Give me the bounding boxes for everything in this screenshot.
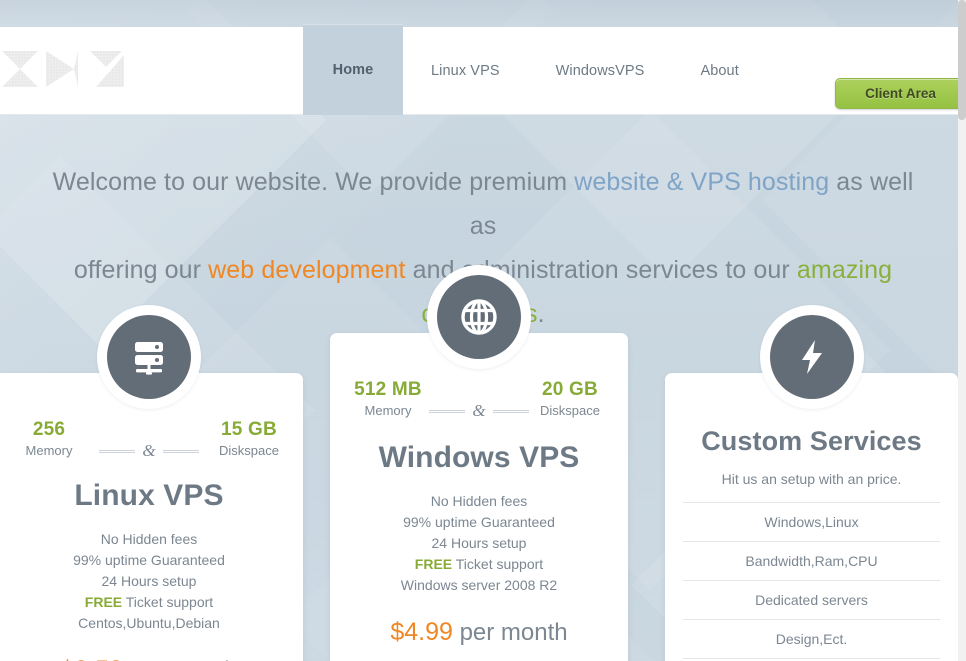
price-amount: $4.99 [390, 618, 453, 646]
diskspace-label: Diskspace [219, 443, 279, 458]
main-navigation: Home Linux VPS WindowsVPS About [303, 24, 767, 115]
price-amount: $2.50 [60, 656, 123, 661]
scrollbar-thumb[interactable] [958, 0, 966, 120]
price-period: per month [452, 619, 568, 646]
card-title-linux: Linux VPS [74, 479, 224, 512]
list-item: 99% uptime Guaranteed [0, 550, 303, 571]
feature-list-windows: No Hidden fees 99% uptime Guaranteed 24 … [330, 491, 628, 596]
feature-list-linux: No Hidden fees 99% uptime Guaranteed 24 … [0, 529, 303, 634]
list-item: Windows server 2008 R2 [330, 575, 628, 596]
memory-value: 256 [32, 419, 66, 440]
nav-item-about[interactable]: About [672, 27, 766, 115]
client-area-label: Client Area [865, 86, 936, 101]
diskspace-label: Diskspace [540, 403, 600, 418]
nav-item-label: Linux VPS [431, 63, 500, 79]
welcome-highlight-hosting: website & VPS hosting [574, 168, 830, 196]
separator-line-left [429, 409, 466, 413]
spec-separator: & [424, 401, 534, 421]
price-period: per month [123, 657, 238, 661]
top-strip [0, 0, 966, 27]
list-item: Dedicated servers [683, 580, 940, 619]
pricing-card-custom: Custom Services Hit us an setup with an … [665, 305, 958, 661]
globe-icon [437, 275, 521, 359]
memory-value: 512 MB [354, 379, 422, 400]
spec-diskspace-linux: 15 GB Diskspace [213, 418, 285, 460]
diskspace-value: 15 GB [221, 419, 277, 440]
list-item: Bandwidth,Ram,CPU [683, 541, 940, 580]
nav-item-label: About [700, 63, 739, 79]
feature-text: 24 Hours setup [431, 535, 527, 551]
pricing-card-windows: 512 MB Memory & 20 GB Diskspace Windows … [330, 265, 628, 661]
card-title-custom: Custom Services [701, 426, 922, 456]
feature-text: No Hidden fees [430, 493, 528, 509]
custom-services-list: Windows,Linux Bandwidth,Ram,CPU Dedicate… [665, 502, 958, 661]
price-windows: $4.99 per month [330, 618, 628, 647]
server-icon [107, 315, 191, 399]
spec-memory-windows: 512 MB Memory [352, 378, 424, 420]
price-linux: $2.50 per month [0, 656, 303, 661]
broken-image-icon [46, 51, 78, 87]
client-area-button[interactable]: Client Area [835, 78, 966, 109]
nav-item-windows-vps[interactable]: WindowsVPS [528, 27, 673, 115]
feature-text: 24 Hours setup [101, 573, 197, 589]
separator-line-right [162, 449, 199, 453]
nav-item-linux-vps[interactable]: Linux VPS [403, 27, 528, 115]
welcome-line2-part3: . [537, 300, 545, 328]
list-item: 24 Hours setup [0, 571, 303, 592]
list-item: 24 Hours setup [330, 533, 628, 554]
broken-image-icon [90, 51, 124, 87]
card-icon-wrap-windows [427, 265, 531, 369]
site-header: Home Linux VPS WindowsVPS About Client A… [0, 24, 966, 115]
welcome-line2-part1: offering our [73, 256, 209, 284]
spec-separator: & [85, 441, 213, 461]
separator-line-right [492, 409, 529, 413]
vertical-scrollbar[interactable] [958, 0, 966, 661]
card-icon-wrap-linux [97, 305, 201, 409]
diskspace-value: 20 GB [542, 379, 598, 400]
pricing-card-linux: 256 Memory & 15 GB Diskspace Linux VPS N… [0, 305, 303, 661]
feature-text: Ticket support [122, 594, 214, 610]
list-item: Windows,Linux [683, 502, 940, 541]
feature-free-badge: FREE [414, 556, 453, 572]
list-item: Design,Ect. [683, 619, 940, 658]
spec-memory-linux: 256 Memory [13, 418, 85, 460]
card-subtitle-custom: Hit us an setup with an price. [721, 471, 902, 487]
ampersand-symbol: & [472, 401, 486, 420]
feature-text: Windows server 2008 R2 [400, 577, 558, 593]
feature-text: 99% uptime Guaranteed [73, 552, 225, 568]
nav-item-label: Home [332, 61, 374, 78]
welcome-highlight-webdev: web development [208, 256, 406, 284]
list-item: Centos,Ubuntu,Debian [0, 613, 303, 634]
broken-image-icon [2, 51, 38, 87]
welcome-line1-part1: Welcome to our website. We provide premi… [52, 168, 575, 196]
card-title-windows: Windows VPS [378, 441, 580, 474]
list-item: 99% uptime Guaranteed [330, 512, 628, 533]
nav-item-label: WindowsVPS [555, 63, 645, 79]
list-item: No Hidden fees [330, 491, 628, 512]
feature-text: Ticket support [452, 556, 544, 572]
memory-label: Memory [25, 443, 73, 458]
separator-line-left [99, 449, 136, 453]
feature-text: Centos,Ubuntu,Debian [78, 615, 220, 631]
lightning-bolt-icon [769, 315, 854, 399]
memory-label: Memory [364, 403, 412, 418]
site-logo[interactable] [0, 41, 135, 97]
list-item: FREE Ticket support [330, 554, 628, 575]
feature-text: No Hidden fees [100, 531, 198, 547]
feature-text: 99% uptime Guaranteed [403, 514, 555, 530]
card-icon-wrap-custom [759, 305, 864, 409]
ampersand-symbol: & [142, 441, 156, 460]
list-item: FREE Ticket support [0, 592, 303, 613]
spec-diskspace-windows: 20 GB Diskspace [534, 378, 606, 420]
page-root: Home Linux VPS WindowsVPS About Client A… [0, 0, 966, 661]
list-item: No Hidden fees [0, 529, 303, 550]
feature-free-badge: FREE [84, 594, 123, 610]
nav-item-home[interactable]: Home [303, 24, 403, 115]
